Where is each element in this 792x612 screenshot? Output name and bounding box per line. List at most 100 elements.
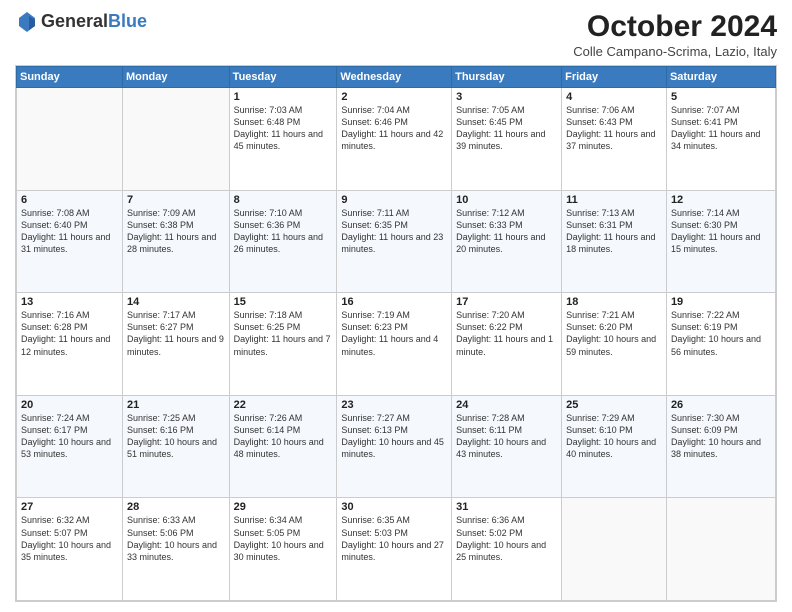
day-info: Sunrise: 7:21 AMSunset: 6:20 PMDaylight:… xyxy=(566,309,662,358)
day-number: 11 xyxy=(566,194,662,206)
logo: GeneralBlue xyxy=(15,10,147,34)
calendar-cell: 21Sunrise: 7:25 AMSunset: 6:16 PMDayligh… xyxy=(122,395,229,498)
calendar-cell: 5Sunrise: 7:07 AMSunset: 6:41 PMDaylight… xyxy=(666,88,775,191)
calendar-cell: 23Sunrise: 7:27 AMSunset: 6:13 PMDayligh… xyxy=(337,395,452,498)
day-number: 12 xyxy=(671,194,771,206)
day-info: Sunrise: 7:11 AMSunset: 6:35 PMDaylight:… xyxy=(341,207,447,256)
calendar-title: October 2024 xyxy=(573,10,777,44)
calendar-cell: 20Sunrise: 7:24 AMSunset: 6:17 PMDayligh… xyxy=(17,395,123,498)
day-info: Sunrise: 6:36 AMSunset: 5:02 PMDaylight:… xyxy=(456,514,557,563)
calendar-cell: 9Sunrise: 7:11 AMSunset: 6:35 PMDaylight… xyxy=(337,190,452,293)
calendar-body: 1Sunrise: 7:03 AMSunset: 6:48 PMDaylight… xyxy=(17,88,776,601)
day-number: 28 xyxy=(127,501,225,513)
calendar-cell: 8Sunrise: 7:10 AMSunset: 6:36 PMDaylight… xyxy=(229,190,337,293)
day-number: 19 xyxy=(671,296,771,308)
day-number: 4 xyxy=(566,91,662,103)
calendar-cell: 2Sunrise: 7:04 AMSunset: 6:46 PMDaylight… xyxy=(337,88,452,191)
calendar-week-4: 27Sunrise: 6:32 AMSunset: 5:07 PMDayligh… xyxy=(17,498,776,601)
calendar-cell: 12Sunrise: 7:14 AMSunset: 6:30 PMDayligh… xyxy=(666,190,775,293)
calendar-page: GeneralBlue October 2024 Colle Campano-S… xyxy=(0,0,792,612)
logo-general: General xyxy=(41,11,108,31)
day-info: Sunrise: 7:25 AMSunset: 6:16 PMDaylight:… xyxy=(127,412,225,461)
calendar-cell: 27Sunrise: 6:32 AMSunset: 5:07 PMDayligh… xyxy=(17,498,123,601)
logo-text: GeneralBlue xyxy=(41,12,147,32)
day-info: Sunrise: 7:30 AMSunset: 6:09 PMDaylight:… xyxy=(671,412,771,461)
day-info: Sunrise: 7:28 AMSunset: 6:11 PMDaylight:… xyxy=(456,412,557,461)
day-number: 31 xyxy=(456,501,557,513)
calendar-cell: 14Sunrise: 7:17 AMSunset: 6:27 PMDayligh… xyxy=(122,293,229,396)
day-number: 27 xyxy=(21,501,118,513)
day-number: 13 xyxy=(21,296,118,308)
calendar-cell xyxy=(562,498,667,601)
day-info: Sunrise: 7:14 AMSunset: 6:30 PMDaylight:… xyxy=(671,207,771,256)
calendar-week-2: 13Sunrise: 7:16 AMSunset: 6:28 PMDayligh… xyxy=(17,293,776,396)
day-info: Sunrise: 7:19 AMSunset: 6:23 PMDaylight:… xyxy=(341,309,447,358)
day-info: Sunrise: 7:26 AMSunset: 6:14 PMDaylight:… xyxy=(234,412,333,461)
day-number: 30 xyxy=(341,501,447,513)
calendar-week-0: 1Sunrise: 7:03 AMSunset: 6:48 PMDaylight… xyxy=(17,88,776,191)
day-number: 18 xyxy=(566,296,662,308)
day-info: Sunrise: 7:16 AMSunset: 6:28 PMDaylight:… xyxy=(21,309,118,358)
logo-icon xyxy=(15,10,39,34)
day-info: Sunrise: 7:20 AMSunset: 6:22 PMDaylight:… xyxy=(456,309,557,358)
day-info: Sunrise: 6:34 AMSunset: 5:05 PMDaylight:… xyxy=(234,514,333,563)
day-info: Sunrise: 6:32 AMSunset: 5:07 PMDaylight:… xyxy=(21,514,118,563)
day-info: Sunrise: 7:07 AMSunset: 6:41 PMDaylight:… xyxy=(671,104,771,153)
day-number: 5 xyxy=(671,91,771,103)
day-number: 20 xyxy=(21,399,118,411)
title-section: October 2024 Colle Campano-Scrima, Lazio… xyxy=(573,10,777,59)
calendar-cell: 7Sunrise: 7:09 AMSunset: 6:38 PMDaylight… xyxy=(122,190,229,293)
calendar-cell: 29Sunrise: 6:34 AMSunset: 5:05 PMDayligh… xyxy=(229,498,337,601)
calendar-header: SundayMondayTuesdayWednesdayThursdayFrid… xyxy=(17,67,776,88)
day-number: 8 xyxy=(234,194,333,206)
day-number: 7 xyxy=(127,194,225,206)
calendar-container: SundayMondayTuesdayWednesdayThursdayFrid… xyxy=(15,65,777,602)
day-number: 29 xyxy=(234,501,333,513)
day-number: 1 xyxy=(234,91,333,103)
calendar-cell xyxy=(666,498,775,601)
header-cell-friday: Friday xyxy=(562,67,667,88)
calendar-cell: 25Sunrise: 7:29 AMSunset: 6:10 PMDayligh… xyxy=(562,395,667,498)
header-cell-wednesday: Wednesday xyxy=(337,67,452,88)
day-number: 23 xyxy=(341,399,447,411)
day-info: Sunrise: 7:13 AMSunset: 6:31 PMDaylight:… xyxy=(566,207,662,256)
calendar-cell: 31Sunrise: 6:36 AMSunset: 5:02 PMDayligh… xyxy=(452,498,562,601)
calendar-table: SundayMondayTuesdayWednesdayThursdayFrid… xyxy=(16,66,776,601)
day-info: Sunrise: 7:18 AMSunset: 6:25 PMDaylight:… xyxy=(234,309,333,358)
day-number: 22 xyxy=(234,399,333,411)
day-number: 16 xyxy=(341,296,447,308)
calendar-cell: 11Sunrise: 7:13 AMSunset: 6:31 PMDayligh… xyxy=(562,190,667,293)
day-info: Sunrise: 7:09 AMSunset: 6:38 PMDaylight:… xyxy=(127,207,225,256)
day-number: 2 xyxy=(341,91,447,103)
day-number: 14 xyxy=(127,296,225,308)
header: GeneralBlue October 2024 Colle Campano-S… xyxy=(15,10,777,59)
day-info: Sunrise: 7:03 AMSunset: 6:48 PMDaylight:… xyxy=(234,104,333,153)
calendar-cell: 4Sunrise: 7:06 AMSunset: 6:43 PMDaylight… xyxy=(562,88,667,191)
logo-blue: Blue xyxy=(108,11,147,31)
header-cell-saturday: Saturday xyxy=(666,67,775,88)
day-info: Sunrise: 7:22 AMSunset: 6:19 PMDaylight:… xyxy=(671,309,771,358)
header-cell-monday: Monday xyxy=(122,67,229,88)
calendar-cell: 28Sunrise: 6:33 AMSunset: 5:06 PMDayligh… xyxy=(122,498,229,601)
day-info: Sunrise: 7:17 AMSunset: 6:27 PMDaylight:… xyxy=(127,309,225,358)
calendar-cell: 26Sunrise: 7:30 AMSunset: 6:09 PMDayligh… xyxy=(666,395,775,498)
header-row: SundayMondayTuesdayWednesdayThursdayFrid… xyxy=(17,67,776,88)
calendar-cell: 15Sunrise: 7:18 AMSunset: 6:25 PMDayligh… xyxy=(229,293,337,396)
day-number: 15 xyxy=(234,296,333,308)
calendar-cell: 19Sunrise: 7:22 AMSunset: 6:19 PMDayligh… xyxy=(666,293,775,396)
calendar-cell xyxy=(17,88,123,191)
day-info: Sunrise: 7:12 AMSunset: 6:33 PMDaylight:… xyxy=(456,207,557,256)
day-number: 21 xyxy=(127,399,225,411)
day-number: 26 xyxy=(671,399,771,411)
calendar-cell: 24Sunrise: 7:28 AMSunset: 6:11 PMDayligh… xyxy=(452,395,562,498)
calendar-cell: 13Sunrise: 7:16 AMSunset: 6:28 PMDayligh… xyxy=(17,293,123,396)
header-cell-sunday: Sunday xyxy=(17,67,123,88)
day-info: Sunrise: 7:08 AMSunset: 6:40 PMDaylight:… xyxy=(21,207,118,256)
day-info: Sunrise: 7:27 AMSunset: 6:13 PMDaylight:… xyxy=(341,412,447,461)
day-number: 17 xyxy=(456,296,557,308)
day-number: 25 xyxy=(566,399,662,411)
calendar-week-3: 20Sunrise: 7:24 AMSunset: 6:17 PMDayligh… xyxy=(17,395,776,498)
calendar-cell: 18Sunrise: 7:21 AMSunset: 6:20 PMDayligh… xyxy=(562,293,667,396)
calendar-cell: 6Sunrise: 7:08 AMSunset: 6:40 PMDaylight… xyxy=(17,190,123,293)
calendar-cell: 1Sunrise: 7:03 AMSunset: 6:48 PMDaylight… xyxy=(229,88,337,191)
